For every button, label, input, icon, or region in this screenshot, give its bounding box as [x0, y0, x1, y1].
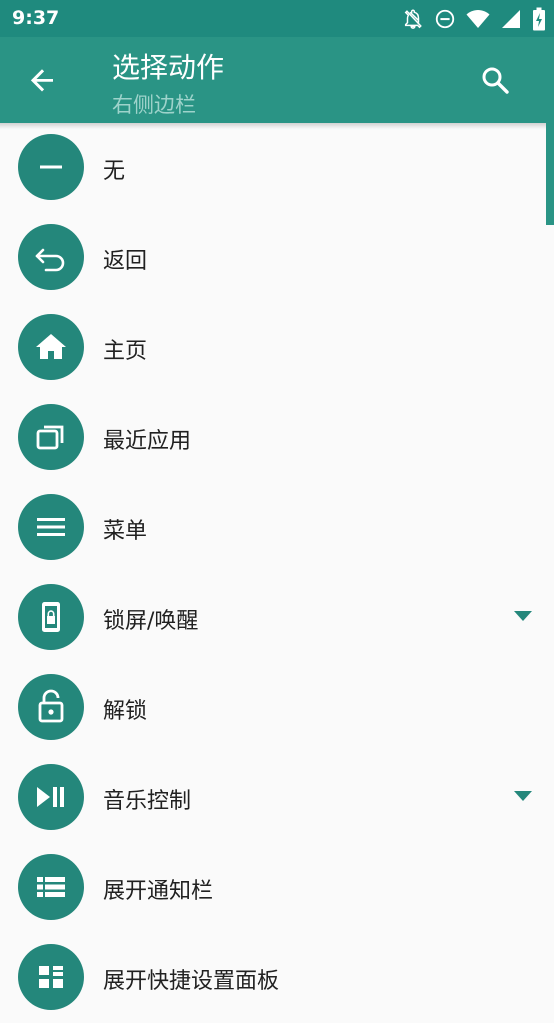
list-item-label: 展开快捷设置面板 — [103, 969, 280, 994]
chevron-down-icon[interactable] — [514, 791, 532, 801]
status-icons — [402, 7, 546, 31]
list-item-none[interactable]: 无 — [0, 123, 554, 213]
status-time: 9:37 — [12, 7, 60, 29]
list-item-label: 锁屏/唤醒 — [103, 609, 199, 634]
quick-settings-icon — [18, 944, 84, 1010]
arrow-back-icon — [22, 69, 64, 105]
status-bar: 9:37 — [0, 0, 554, 37]
notifications-off-icon — [402, 8, 424, 30]
list-item-label: 解锁 — [103, 699, 148, 724]
list-item-label: 菜单 — [103, 519, 148, 544]
list-item-label: 音乐控制 — [103, 789, 192, 814]
scrollbar[interactable] — [546, 123, 554, 225]
home-icon — [18, 314, 84, 380]
back-button[interactable] — [22, 59, 64, 101]
battery-charging-icon — [532, 7, 546, 31]
list-item-label: 返回 — [103, 249, 148, 274]
list-item-menu[interactable]: 菜单 — [0, 483, 554, 573]
list-item-music-control[interactable]: 音乐控制 — [0, 753, 554, 843]
list-item-expand-notifications[interactable]: 展开通知栏 — [0, 843, 554, 933]
list-item-home[interactable]: 主页 — [0, 303, 554, 393]
app-bar: 选择动作 右侧边栏 — [0, 37, 554, 123]
wifi-icon — [466, 8, 490, 30]
list-item-label: 展开通知栏 — [103, 879, 214, 904]
list-item-expand-quick-settings[interactable]: 展开快捷设置面板 — [0, 933, 554, 1023]
notification-list-icon — [18, 854, 84, 920]
recent-apps-icon — [18, 404, 84, 470]
play-pause-icon — [18, 764, 84, 830]
list-item-unlock[interactable]: 解锁 — [0, 663, 554, 753]
list-item-label: 最近应用 — [103, 429, 192, 454]
do-not-disturb-icon — [434, 8, 456, 30]
search-icon — [474, 67, 516, 105]
chevron-down-icon[interactable] — [514, 611, 532, 621]
unlock-icon — [18, 674, 84, 740]
cell-signal-icon — [500, 8, 522, 30]
list-item-label: 主页 — [103, 339, 148, 364]
app-bar-shadow — [0, 123, 554, 129]
menu-icon — [18, 494, 84, 560]
page-subtitle: 右侧边栏 — [112, 93, 196, 117]
lock-screen-icon — [18, 584, 84, 650]
page-title: 选择动作 — [112, 51, 225, 84]
list-item-back[interactable]: 返回 — [0, 213, 554, 303]
back-return-icon — [18, 224, 84, 290]
search-button[interactable] — [474, 59, 516, 101]
list-item-recent-apps[interactable]: 最近应用 — [0, 393, 554, 483]
list-item-lock-wake[interactable]: 锁屏/唤醒 — [0, 573, 554, 663]
minus-icon — [18, 134, 84, 200]
list-item-label: 无 — [103, 159, 126, 184]
